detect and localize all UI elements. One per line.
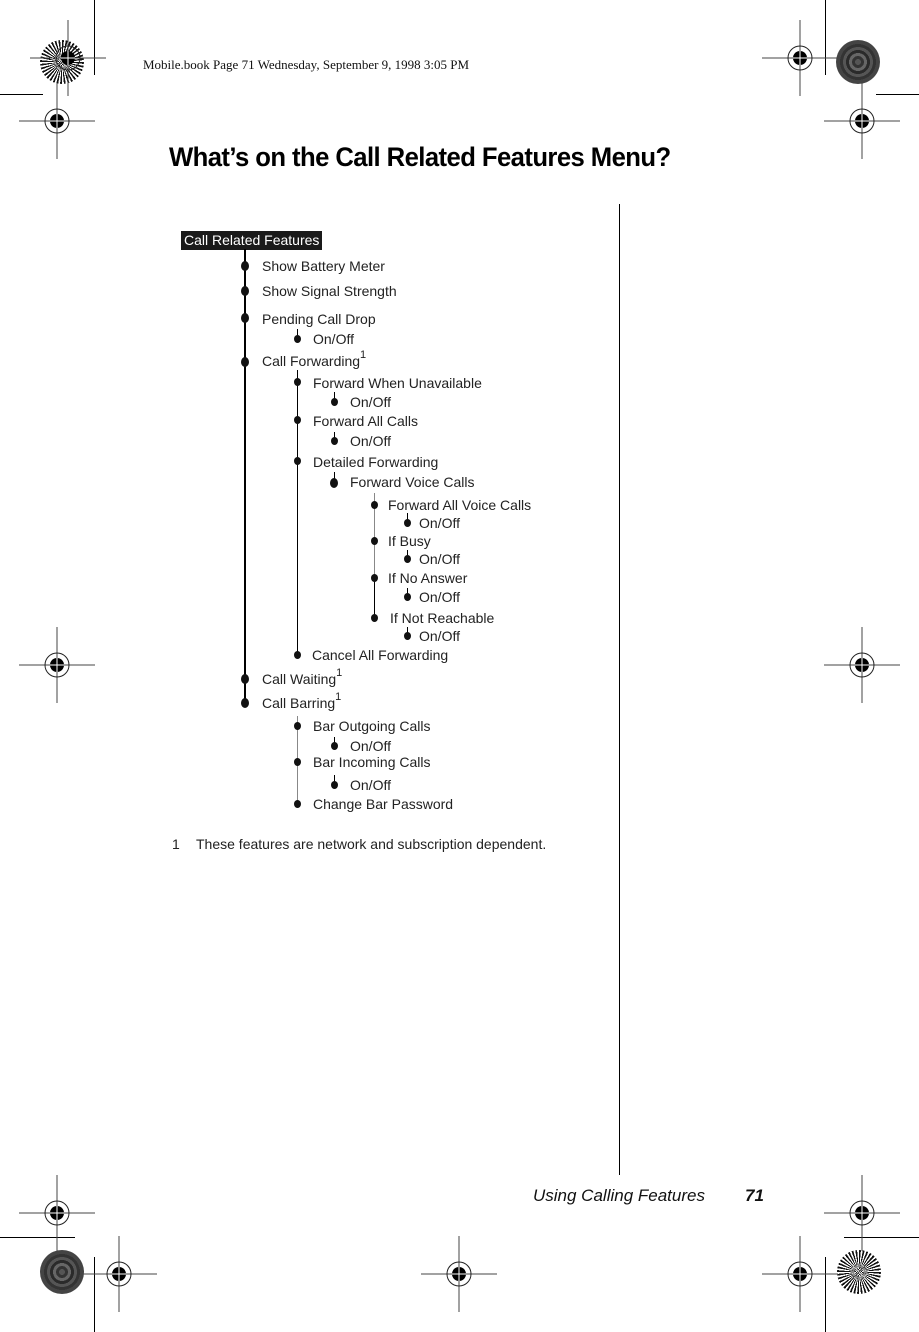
- menu-item[interactable]: Show Signal Strength: [262, 283, 397, 299]
- bullet-icon: [331, 742, 338, 750]
- bullet-icon: [404, 632, 411, 640]
- bullet-icon: [294, 758, 301, 766]
- menu-subitem[interactable]: On/Off: [419, 515, 460, 531]
- menu-subitem[interactable]: On/Off: [419, 628, 460, 644]
- bullet-icon: [294, 378, 301, 386]
- menu-subitem[interactable]: If Busy: [388, 533, 431, 549]
- registration-mark-icon: [29, 19, 107, 97]
- menu-subitem[interactable]: On/Off: [350, 433, 391, 449]
- bullet-icon: [294, 722, 301, 730]
- bullet-icon: [404, 519, 411, 527]
- menu-item[interactable]: Call Waiting1: [262, 668, 342, 687]
- bullet-icon: [294, 457, 301, 465]
- bullet-icon: [331, 398, 338, 406]
- footnote-number: 1: [172, 836, 180, 852]
- bullet-icon: [241, 674, 249, 684]
- registration-mark-icon: [823, 1174, 901, 1252]
- bullet-icon: [404, 593, 411, 601]
- menu-subitem[interactable]: On/Off: [419, 589, 460, 605]
- footnote-text: These features are network and subscript…: [196, 836, 547, 852]
- menu-subitem[interactable]: Forward All Calls: [313, 413, 418, 429]
- tree-connector: [297, 370, 299, 655]
- registration-mark-icon: [823, 626, 901, 704]
- menu-subitem[interactable]: On/Off: [350, 394, 391, 410]
- bullet-icon: [371, 574, 378, 582]
- column-divider: [619, 204, 620, 1175]
- menu-subitem[interactable]: Forward When Unavailable: [313, 375, 482, 391]
- menu-item[interactable]: Call Barring1: [262, 692, 341, 711]
- registration-mark-icon: [761, 19, 839, 97]
- registration-mark-icon: [823, 82, 901, 160]
- footnote-ref: 1: [360, 349, 367, 362]
- footnote: 1 These features are network and subscrip…: [172, 836, 546, 852]
- menu-subitem[interactable]: Bar Outgoing Calls: [313, 718, 431, 734]
- menu-subitem[interactable]: On/Off: [350, 738, 391, 754]
- bullet-icon: [241, 357, 249, 367]
- bullet-icon: [241, 313, 249, 323]
- menu-subitem[interactable]: Forward Voice Calls: [350, 474, 475, 490]
- menu-root-label: Call Related Features: [181, 231, 323, 250]
- menu-item[interactable]: Pending Call Drop: [262, 311, 376, 327]
- bullet-icon: [294, 800, 301, 808]
- registration-mark-icon: [18, 626, 96, 704]
- registration-mark-icon: [18, 1174, 96, 1252]
- menu-subitem[interactable]: Forward All Voice Calls: [388, 497, 531, 513]
- bullet-icon: [241, 698, 249, 708]
- page-title: What’s on the Call Related Features Menu…: [169, 142, 671, 172]
- bullet-icon: [241, 286, 249, 296]
- menu-subitem[interactable]: Bar Incoming Calls: [313, 754, 431, 770]
- bullet-icon: [371, 537, 378, 545]
- menu-subitem[interactable]: On/Off: [350, 777, 391, 793]
- registration-mark-icon: [18, 82, 96, 160]
- bullet-icon: [371, 501, 378, 509]
- menu-item-label: Call Waiting: [262, 671, 337, 687]
- menu-subitem[interactable]: On/Off: [313, 331, 354, 347]
- bullet-icon: [294, 651, 301, 659]
- menu-item-label: Call Barring: [262, 695, 336, 711]
- footnote-ref: 1: [336, 667, 343, 680]
- registration-mark-icon: [420, 1235, 498, 1313]
- bullet-icon: [331, 437, 338, 445]
- menu-subitem[interactable]: On/Off: [419, 551, 460, 567]
- menu-subitem[interactable]: Detailed Forwarding: [313, 454, 438, 470]
- menu-item[interactable]: Call Forwarding1: [262, 350, 366, 369]
- tree-connector: [374, 577, 376, 619]
- footnote-ref: 1: [335, 691, 342, 704]
- bullet-icon: [241, 261, 249, 271]
- registration-mark-icon: [80, 1235, 158, 1313]
- footer-section-title: Using Calling Features: [533, 1186, 705, 1205]
- bullet-icon: [294, 416, 301, 424]
- menu-item-label: Call Forwarding: [262, 353, 361, 369]
- bullet-icon: [371, 614, 378, 622]
- bullet-icon: [404, 555, 411, 563]
- menu-subitem[interactable]: Change Bar Password: [313, 796, 453, 812]
- menu-subitem[interactable]: If Not Reachable: [390, 610, 494, 626]
- bullet-icon: [331, 781, 338, 789]
- menu-subitem[interactable]: If No Answer: [388, 570, 467, 586]
- print-header: Mobile.book Page 71 Wednesday, September…: [143, 57, 470, 72]
- menu-subitem[interactable]: Cancel All Forwarding: [312, 647, 448, 663]
- bullet-icon: [330, 478, 338, 488]
- registration-marks: [18, 19, 901, 1313]
- bullet-icon: [294, 335, 301, 343]
- menu-item[interactable]: Show Battery Meter: [262, 258, 385, 274]
- page-number: 71: [745, 1186, 764, 1205]
- registration-mark-icon: [761, 1235, 839, 1313]
